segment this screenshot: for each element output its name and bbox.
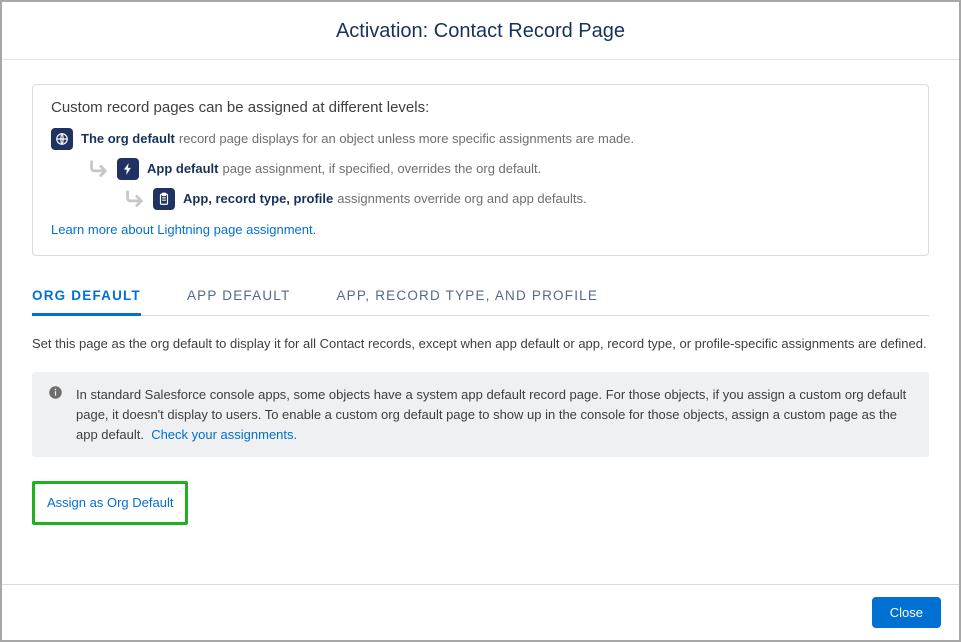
- modal-title: Activation: Contact Record Page: [2, 20, 959, 43]
- info-alert: In standard Salesforce console apps, som…: [32, 372, 929, 457]
- card-title: Custom record pages can be assigned at d…: [51, 99, 910, 116]
- tab-app-default[interactable]: APP DEFAULT: [187, 278, 290, 316]
- level-desc: page assignment, if specified, overrides…: [223, 161, 542, 176]
- level-app-record-profile: App, record type, profile assignments ove…: [123, 188, 910, 210]
- assign-org-default-link[interactable]: Assign as Org Default: [47, 495, 173, 510]
- level-label: The org default: [81, 131, 175, 146]
- globe-icon: [51, 128, 73, 150]
- modal-header: Activation: Contact Record Page: [2, 2, 959, 60]
- close-button[interactable]: Close: [872, 597, 941, 628]
- level-label: App default: [147, 161, 219, 176]
- level-label: App, record type, profile: [183, 191, 333, 206]
- modal-body: Custom record pages can be assigned at d…: [2, 60, 959, 525]
- arrow-down-right-icon: [123, 189, 145, 209]
- level-org-default: The org default record page displays for …: [51, 128, 910, 150]
- clipboard-icon: [153, 188, 175, 210]
- level-desc: assignments override org and app default…: [337, 191, 586, 206]
- learn-more-link[interactable]: Learn more about Lightning page assignme…: [51, 222, 316, 237]
- level-desc: record page displays for an object unles…: [179, 131, 634, 146]
- tab-app-record-profile[interactable]: APP, RECORD TYPE, AND PROFILE: [336, 278, 598, 316]
- tabs-bar: ORG DEFAULT APP DEFAULT APP, RECORD TYPE…: [32, 278, 929, 316]
- tab-description: Set this page as the org default to disp…: [32, 334, 929, 354]
- modal-footer: Close: [2, 584, 959, 640]
- tab-org-default[interactable]: ORG DEFAULT: [32, 278, 141, 316]
- info-icon: [48, 385, 63, 400]
- arrow-down-right-icon: [87, 159, 109, 179]
- lightning-icon: [117, 158, 139, 180]
- check-assignments-link[interactable]: Check your assignments.: [151, 427, 297, 442]
- assignment-levels-card: Custom record pages can be assigned at d…: [32, 84, 929, 256]
- level-app-default: App default page assignment, if specified…: [87, 158, 910, 180]
- highlighted-action: Assign as Org Default: [32, 481, 188, 525]
